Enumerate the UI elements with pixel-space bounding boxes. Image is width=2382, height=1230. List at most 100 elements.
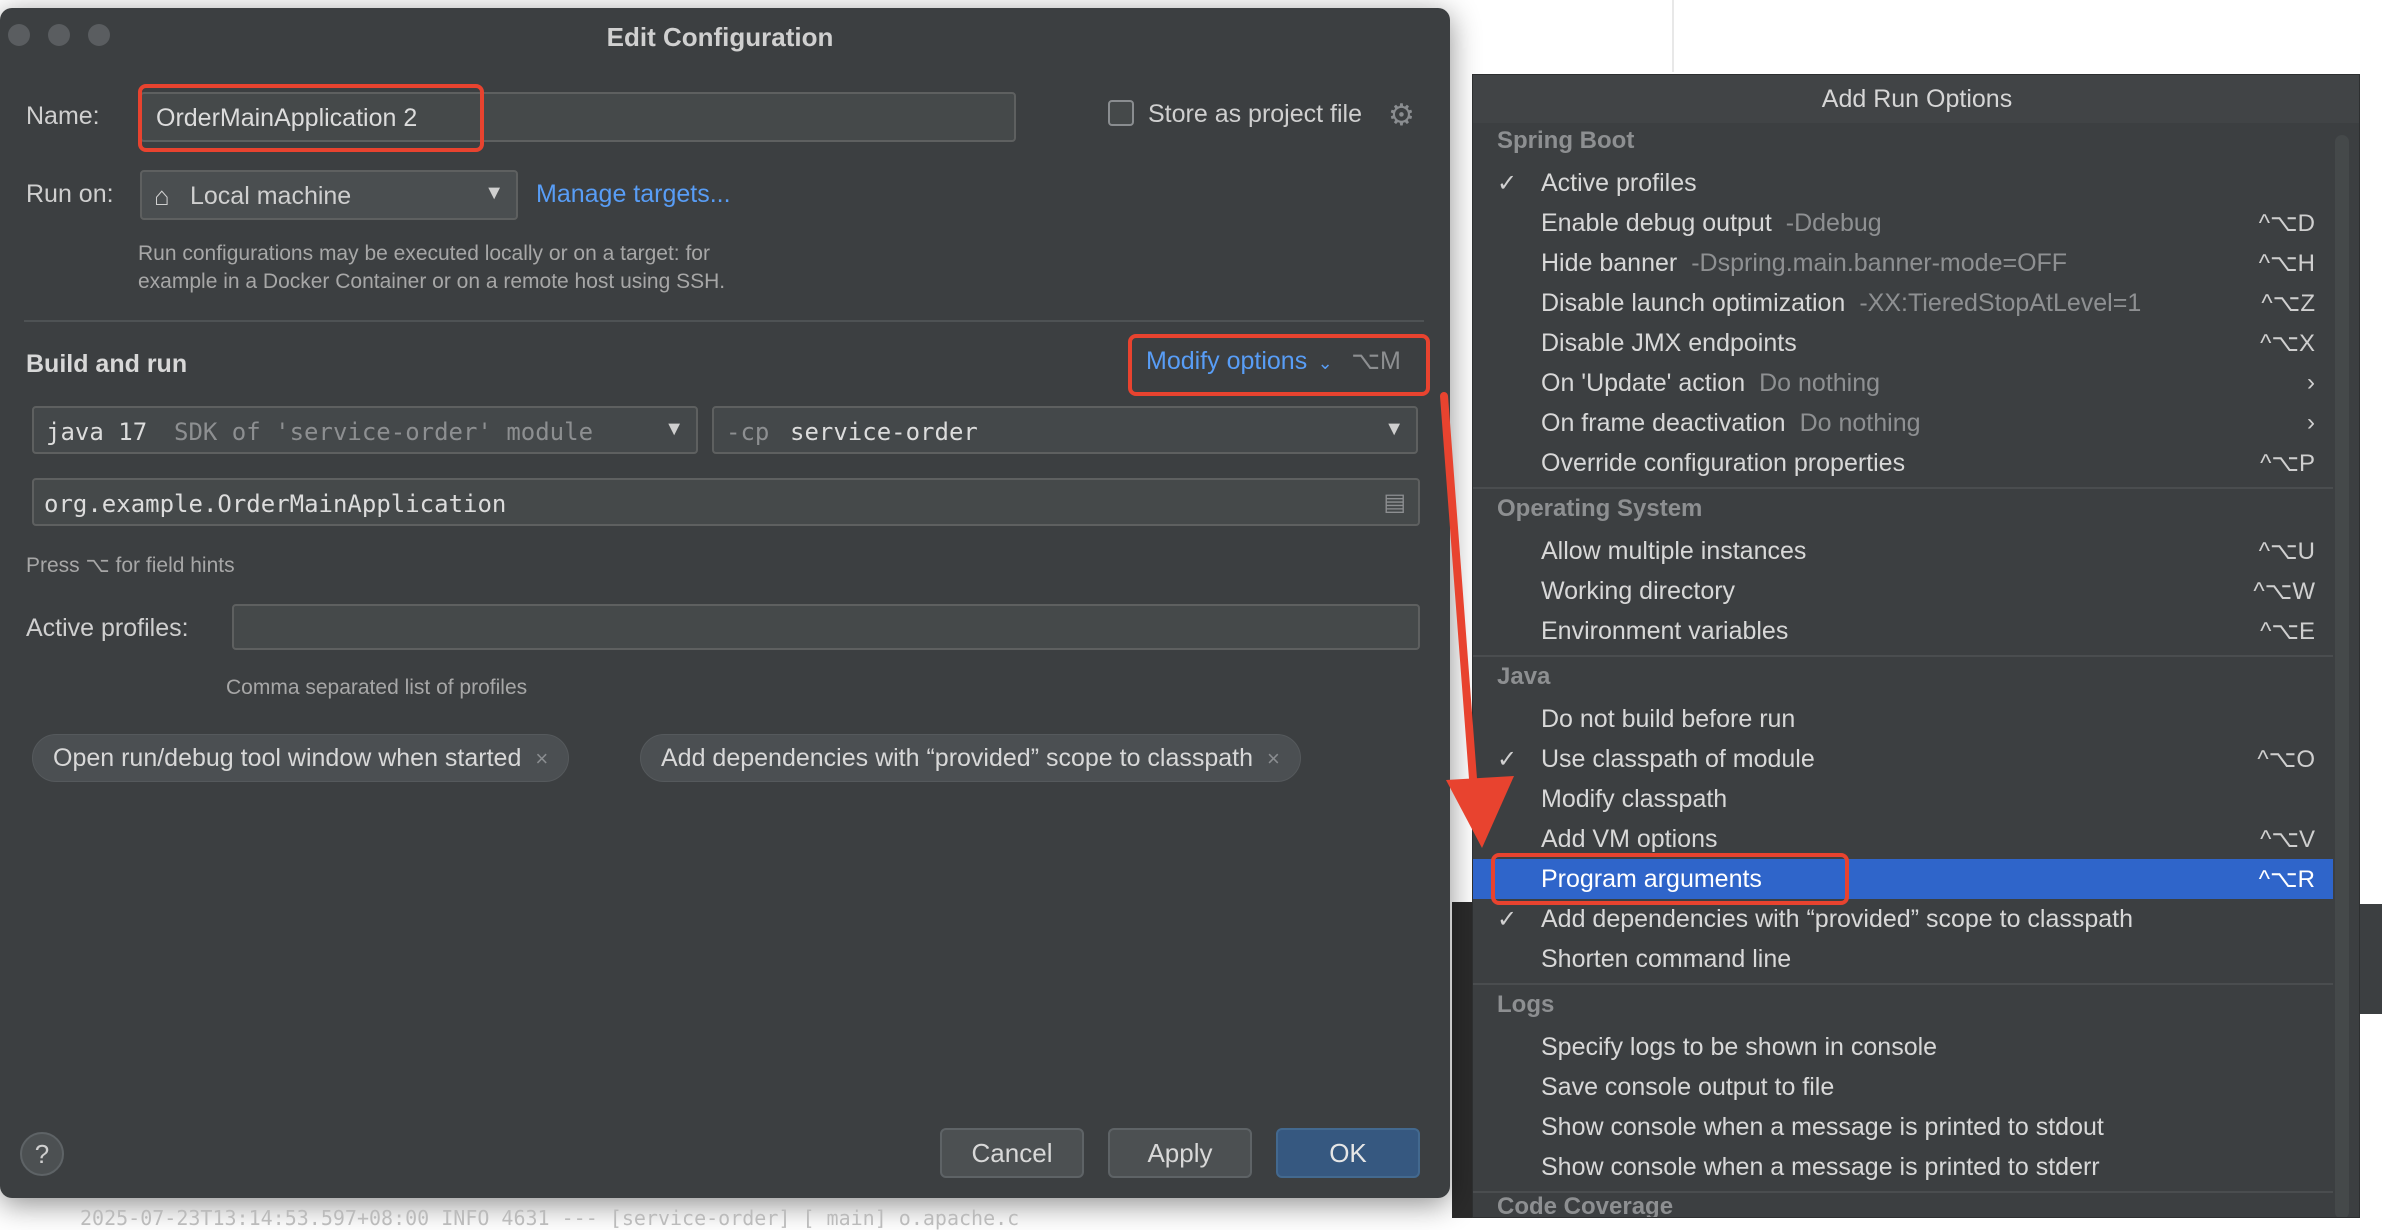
item-label: Add dependencies with “provided” scope t…	[1541, 905, 2134, 933]
background-divider	[1672, 0, 1674, 72]
close-icon[interactable]: ×	[1267, 746, 1280, 771]
popup-item-working-directory[interactable]: Working directory ^⌥W	[1473, 571, 2333, 611]
annotation-arrow-shaft	[1440, 392, 1478, 796]
item-shortcut: ^⌥D	[2258, 210, 2315, 237]
sdk-dropdown[interactable]: java 17 SDK of 'service-order' module ▼	[32, 406, 698, 454]
separator	[24, 320, 1424, 322]
annotation-arrow	[1440, 392, 1514, 848]
popup-item-show-console-stdout[interactable]: Show console when a message is printed t…	[1473, 1107, 2333, 1147]
dialog-title: Edit Configuration	[606, 22, 834, 52]
popup-item-hide-banner[interactable]: Hide banner -Dspring.main.banner-mode=OFF…	[1473, 243, 2333, 283]
popup-item-do-not-build-before-run[interactable]: Do not build before run	[1473, 699, 2333, 739]
item-shortcut: ^⌥V	[2260, 826, 2315, 853]
popup-item-modify-classpath[interactable]: Modify classpath	[1473, 779, 2333, 819]
item-label: Show console when a message is printed t…	[1541, 1153, 2100, 1181]
name-label: Name:	[26, 102, 100, 130]
item-shortcut: ^⌥R	[2258, 866, 2315, 893]
item-label: Do not build before run	[1541, 705, 1796, 733]
store-as-project-checkbox[interactable]	[1108, 100, 1134, 126]
item-shortcut: ^⌥W	[2253, 578, 2315, 605]
item-label: On 'Update' action	[1541, 369, 1746, 397]
popup-item-on-frame-deactivation[interactable]: On frame deactivation Do nothing ›	[1473, 403, 2333, 443]
item-label: Active profiles	[1541, 169, 1697, 197]
item-shortcut: ^⌥O	[2257, 746, 2315, 773]
cp-prefix: -cp	[726, 418, 770, 446]
item-label: Use classpath of module	[1541, 745, 1815, 773]
item-shortcut: ^⌥U	[2258, 538, 2315, 565]
group-code-coverage: Code Coverage	[1497, 1193, 1674, 1218]
gear-icon[interactable]: ⚙	[1388, 98, 1415, 133]
modify-options-highlight-box	[1128, 334, 1430, 396]
chevron-down-icon: ▼	[664, 418, 684, 440]
browse-class-icon[interactable]: ▤	[1383, 488, 1406, 517]
item-label: Save console output to file	[1541, 1073, 1835, 1101]
edit-configuration-dialog: Edit Configuration Name: OrderMainApplic…	[0, 8, 1450, 1198]
popup-item-use-classpath-of-module[interactable]: ✓ Use classpath of module ^⌥O	[1473, 739, 2333, 779]
annotation-arrow-head	[1446, 776, 1514, 848]
active-profiles-field[interactable]	[232, 604, 1420, 650]
classpath-dropdown[interactable]: -cp service-order ▼	[712, 406, 1418, 454]
popup-item-override-configuration-properties[interactable]: Override configuration properties ^⌥P	[1473, 443, 2333, 483]
item-shortcut: ^⌥Z	[2261, 290, 2315, 317]
popup-item-save-console-output[interactable]: Save console output to file	[1473, 1067, 2333, 1107]
popup-item-active-profiles[interactable]: ✓ Active profiles	[1473, 163, 2333, 203]
ok-button[interactable]: OK	[1276, 1128, 1420, 1178]
run-on-dropdown[interactable]: ⌂ Local machine ▼	[140, 170, 518, 220]
popup-separator	[1473, 983, 2333, 985]
group-spring-boot: Spring Boot	[1497, 127, 1635, 154]
check-icon: ✓	[1497, 170, 1518, 197]
popup-item-disable-jmx-endpoints[interactable]: Disable JMX endpoints ^⌥X	[1473, 323, 2333, 363]
close-icon[interactable]: ×	[535, 746, 548, 771]
chip-open-tool-window: Open run/debug tool window when started ×	[32, 734, 570, 782]
chevron-right-icon: ›	[2307, 369, 2315, 396]
background-log-line: 2025-07-23T13:14:53.597+08:00 INFO 4631 …	[80, 1206, 1020, 1230]
field-hints-text: Press ⌥ for field hints	[26, 554, 235, 577]
run-on-hint-line1: Run configurations may be executed local…	[138, 242, 710, 265]
add-run-options-popup: Add Run Options Spring Boot ✓ Active prof…	[1472, 74, 2360, 1218]
item-label: Override configuration properties	[1541, 449, 1906, 477]
popup-item-disable-launch-optimization[interactable]: Disable launch optimization -XX:TieredSto…	[1473, 283, 2333, 323]
item-label: Modify classpath	[1541, 785, 1728, 813]
sdk-description: SDK of 'service-order' module	[174, 418, 594, 446]
popup-item-allow-multiple-instances[interactable]: Allow multiple instances ^⌥U	[1473, 531, 2333, 571]
chip-provided-scope: Add dependencies with “provided” scope t…	[640, 734, 1301, 782]
item-label: Show console when a message is printed t…	[1541, 1113, 2104, 1141]
background-toolbar	[2360, 904, 2382, 1014]
store-as-project-label: Store as project file	[1148, 100, 1362, 128]
popup-item-on-update-action[interactable]: On 'Update' action Do nothing ›	[1473, 363, 2333, 403]
item-shortcut: ^⌥X	[2260, 330, 2315, 357]
build-and-run-title: Build and run	[26, 350, 188, 378]
item-label: Environment variables	[1541, 617, 1789, 645]
item-option: -Dspring.main.banner-mode=OFF	[1691, 249, 2068, 277]
run-on-hint-line2: example in a Docker Container or on a re…	[138, 270, 726, 293]
popup-title: Add Run Options	[1473, 75, 2359, 123]
apply-button[interactable]: Apply	[1108, 1128, 1252, 1178]
cancel-button[interactable]: Cancel	[940, 1128, 1084, 1178]
popup-separator	[1473, 487, 2333, 489]
chevron-down-icon: ▼	[484, 182, 504, 204]
item-label: Working directory	[1541, 577, 1736, 605]
item-label: Add VM options	[1541, 825, 1718, 853]
chip-label: Open run/debug tool window when started	[53, 744, 522, 772]
popup-separator	[1473, 655, 2333, 657]
item-label: On frame deactivation	[1541, 409, 1786, 437]
popup-item-specify-logs[interactable]: Specify logs to be shown in console	[1473, 1027, 2333, 1067]
popup-item-add-dependencies-provided-scope[interactable]: ✓ Add dependencies with “provided” scope …	[1473, 899, 2333, 939]
popup-item-shorten-command-line[interactable]: Shorten command line	[1473, 939, 2333, 979]
main-class-field[interactable]: org.example.OrderMainApplication ▤	[32, 478, 1420, 526]
popup-item-show-console-stderr[interactable]: Show console when a message is printed t…	[1473, 1147, 2333, 1187]
active-profiles-label: Active profiles:	[26, 614, 189, 642]
help-button[interactable]: ?	[20, 1132, 64, 1176]
item-label: Shorten command line	[1541, 945, 1792, 973]
item-shortcut: ^⌥P	[2260, 450, 2315, 477]
main-class-value: org.example.OrderMainApplication	[44, 490, 507, 518]
popup-item-enable-debug-output[interactable]: Enable debug output -Ddebug ^⌥D	[1473, 203, 2333, 243]
home-icon: ⌂	[154, 181, 170, 211]
manage-targets-link[interactable]: Manage targets...	[536, 180, 731, 209]
popup-item-environment-variables[interactable]: Environment variables ^⌥E	[1473, 611, 2333, 651]
popup-scrollbar[interactable]	[2335, 135, 2349, 1217]
chip-label: Add dependencies with “provided” scope t…	[661, 744, 1254, 772]
chevron-right-icon: ›	[2307, 409, 2315, 436]
group-logs: Logs	[1497, 991, 1555, 1018]
sdk-name: java 17	[46, 418, 148, 446]
